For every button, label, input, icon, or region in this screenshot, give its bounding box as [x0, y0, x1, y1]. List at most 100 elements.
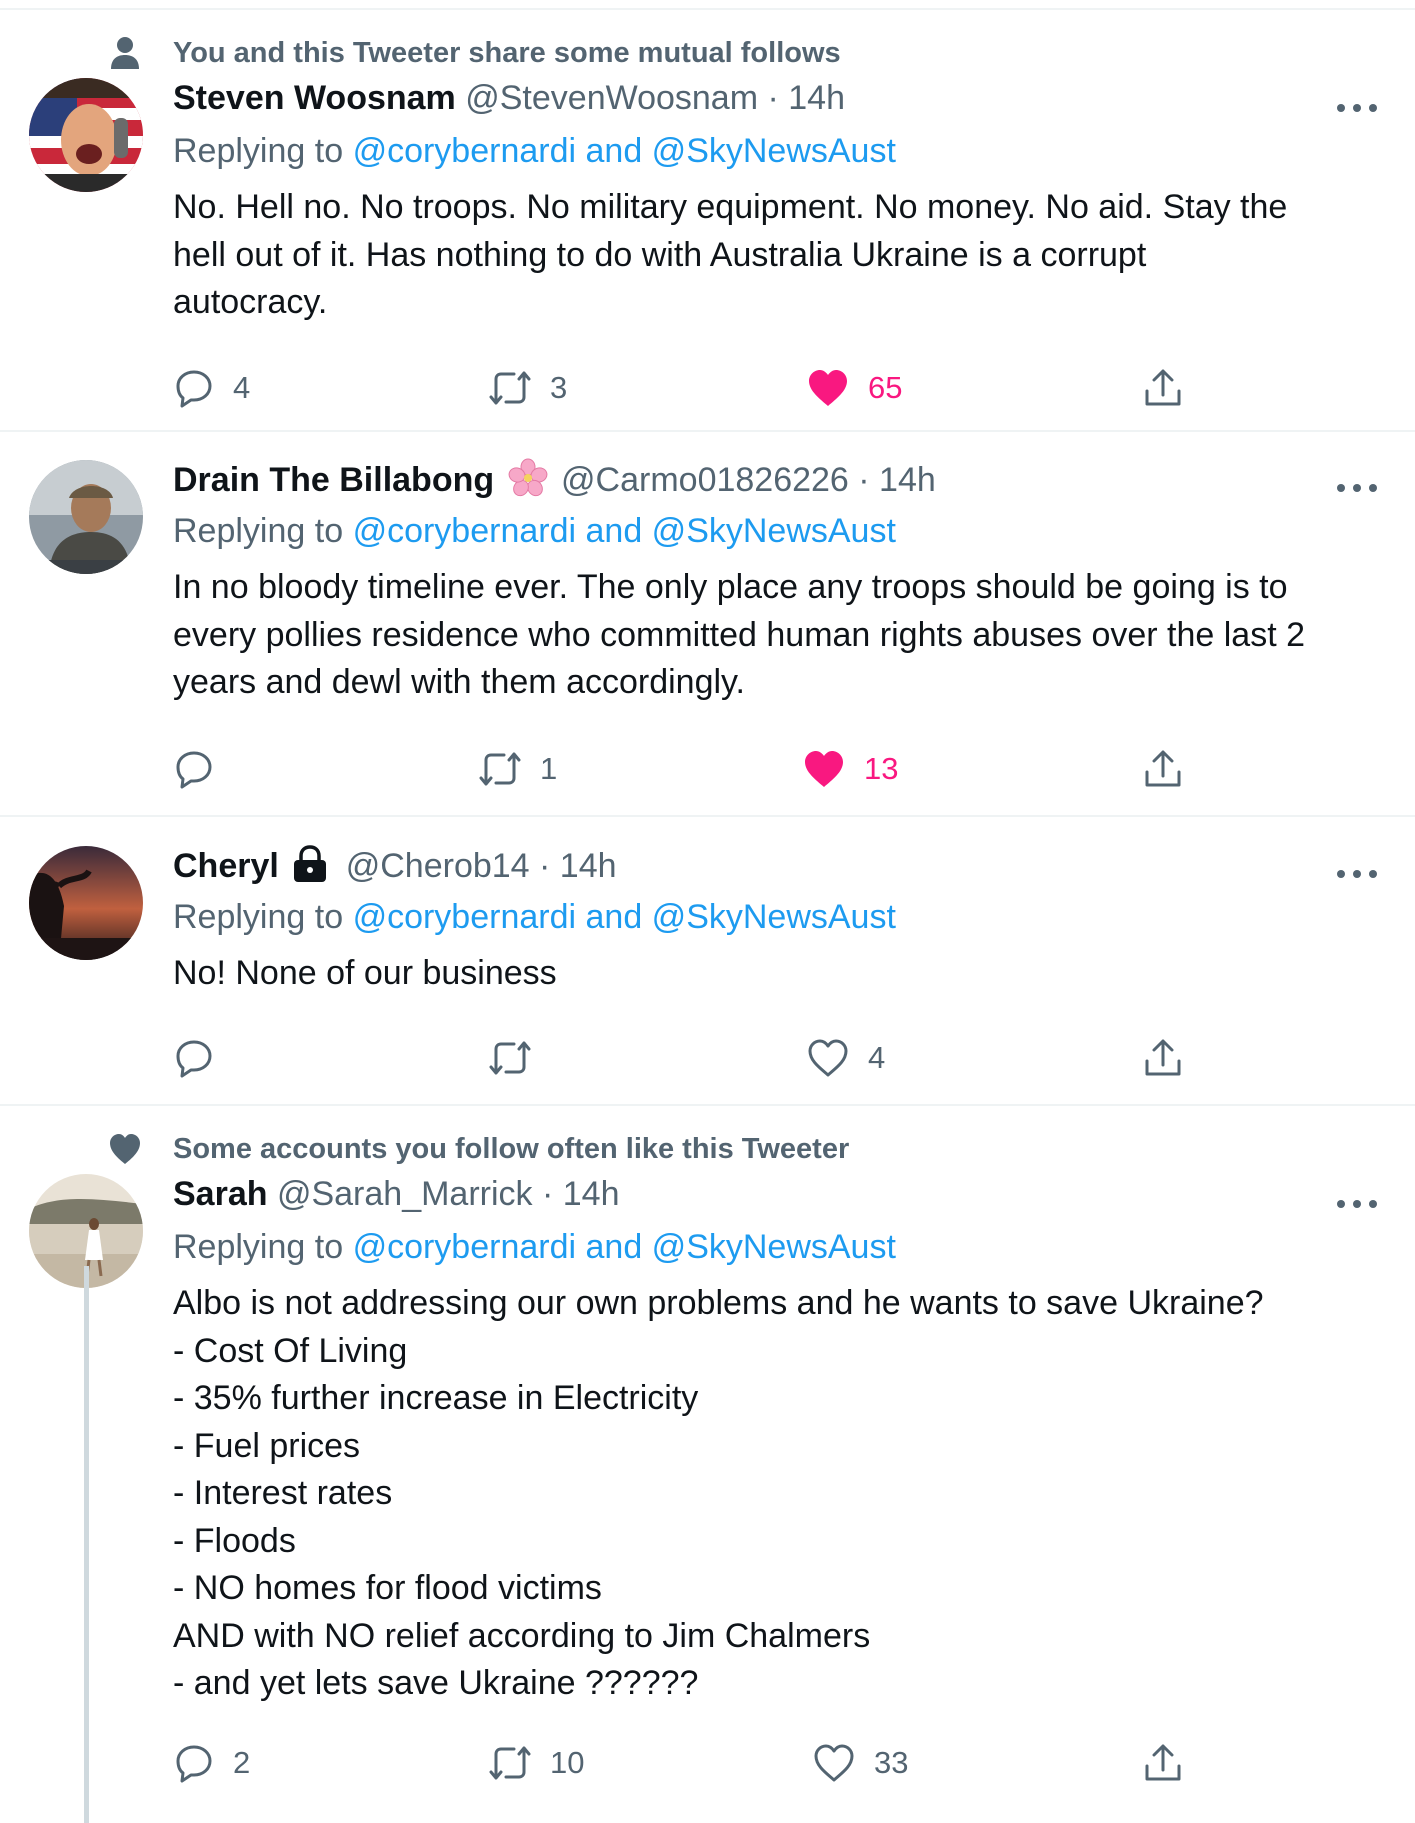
tweet-actions: 4	[0, 1033, 1415, 1083]
reply-button[interactable]	[173, 1033, 233, 1083]
tweet-text-line: autocracy.	[173, 283, 328, 321]
retweet-count: 3	[550, 370, 568, 405]
divider	[0, 0, 1415, 10]
tweet-text-line: - Interest rates	[173, 1474, 393, 1512]
replying-to: Replying to @corybernardi and @SkyNewsAu…	[173, 511, 896, 551]
handle-time[interactable]: @Sarah_Marrick · 14h	[277, 1175, 620, 1213]
reply-icon	[176, 751, 212, 789]
social-context: You and this Tweeter share some mutual f…	[173, 37, 841, 69]
tweet-text-line: No! None of our business	[173, 954, 557, 992]
display-name[interactable]: Drain The Billabong	[173, 461, 494, 499]
replying-to: Replying to @corybernardi and @SkyNewsAu…	[173, 131, 896, 171]
tweet-text: No! None of our business	[173, 950, 1373, 998]
like-button[interactable]: 13	[802, 744, 898, 794]
tweet-actions: 2 10 33	[0, 1738, 1415, 1788]
heart-outline-icon	[808, 1039, 848, 1077]
reply-count: 4	[233, 370, 251, 405]
tweet-actions: 1 13	[0, 744, 1415, 794]
tweet-text-line: - Fuel prices	[173, 1426, 361, 1465]
reply-icon	[176, 1745, 212, 1783]
tweet-feed: You and this Tweeter share some mutual f…	[0, 0, 1415, 1823]
cherry-blossom-emoji	[508, 458, 547, 497]
reply-button[interactable]	[173, 744, 233, 794]
heart-filled-icon	[805, 751, 843, 787]
like-count: 4	[868, 1040, 886, 1075]
tweet-text: No. Hell no. No troops. No military equi…	[173, 184, 1373, 327]
tweet-text-line: - 35% further increase in Electricity	[173, 1379, 699, 1417]
avatar[interactable]	[29, 460, 143, 574]
replying-to-mentions[interactable]: @corybernardi and @SkyNewsAust	[353, 898, 896, 936]
tweet-header: Drain The Billabong @Carmo01826226 · 14h	[173, 458, 936, 500]
replying-to-mentions[interactable]: @corybernardi and @SkyNewsAust	[353, 512, 896, 550]
tweet-3[interactable]: Cheryl @Cherob14 · 14h Replying to @cory…	[0, 817, 1415, 1106]
like-button[interactable]: 65	[806, 363, 902, 413]
reply-button[interactable]: 4	[173, 363, 250, 413]
share-button[interactable]	[1142, 363, 1184, 413]
lock-icon	[294, 845, 327, 882]
replying-to: Replying to @corybernardi and @SkyNewsAu…	[173, 1227, 896, 1267]
social-context: Some accounts you follow often like this…	[173, 1133, 850, 1165]
retweet-button[interactable]: 1	[478, 744, 557, 794]
tweet-header: Steven Woosnam @StevenWoosnam · 14h	[173, 78, 845, 118]
replying-to-label: Replying to	[173, 1228, 344, 1266]
reply-icon	[176, 370, 212, 408]
avatar[interactable]	[29, 78, 143, 192]
more-options-button[interactable]	[1337, 102, 1377, 114]
retweet-button[interactable]: 10	[488, 1738, 584, 1788]
handle-time[interactable]: @Carmo01826226 · 14h	[561, 461, 936, 499]
tweet-text: In no bloody timeline ever. The only pla…	[173, 564, 1373, 707]
like-count: 65	[868, 370, 903, 405]
reply-button[interactable]: 2	[173, 1738, 250, 1788]
reply-count: 2	[233, 1745, 251, 1780]
tweet-text-line: hell out of it. Has nothing to do with A…	[173, 235, 1147, 274]
handle-time[interactable]: @Cherob14 · 14h	[346, 847, 617, 885]
tweet-text-line: - and yet lets save Ukraine ??????	[173, 1664, 699, 1702]
more-options-button[interactable]	[1337, 868, 1377, 880]
tweet-1[interactable]: You and this Tweeter share some mutual f…	[0, 10, 1415, 432]
display-name[interactable]: Sarah	[173, 1175, 268, 1213]
tweet-text-line: Albo is not addressing our own problems …	[173, 1284, 1264, 1322]
retweet-button[interactable]: 3	[488, 363, 567, 413]
retweet-icon	[479, 752, 521, 786]
tweet-header: Cheryl @Cherob14 · 14h	[173, 844, 617, 886]
like-button[interactable]: 33	[812, 1738, 908, 1788]
share-icon	[1145, 369, 1181, 406]
handle-time[interactable]: @StevenWoosnam · 14h	[465, 79, 845, 117]
tweet-text-line: In no bloody timeline ever. The only pla…	[173, 568, 1288, 606]
like-count: 13	[864, 751, 899, 786]
retweet-count: 1	[540, 751, 558, 786]
share-icon	[1145, 1744, 1181, 1781]
retweet-count: 10	[550, 1745, 585, 1780]
tweet-text-line: AND with NO relief according to Jim Chal…	[173, 1616, 871, 1655]
like-button[interactable]: 4	[806, 1033, 885, 1083]
retweet-button[interactable]	[488, 1033, 550, 1083]
tweet-text: Albo is not addressing our own problems …	[173, 1280, 1373, 1708]
share-button[interactable]	[1142, 1738, 1184, 1788]
tweet-header: Sarah @Sarah_Marrick · 14h	[173, 1174, 619, 1214]
tweet-2[interactable]: Drain The Billabong @Carmo01826226 · 14h…	[0, 432, 1415, 817]
more-options-button[interactable]	[1337, 482, 1377, 494]
more-options-button[interactable]	[1337, 1198, 1377, 1210]
retweet-icon	[489, 1041, 531, 1075]
heart-filled-icon	[809, 370, 847, 406]
replying-to-label: Replying to	[173, 898, 344, 936]
replying-to-mentions[interactable]: @corybernardi and @SkyNewsAust	[353, 132, 896, 170]
heart-outline-icon	[814, 1744, 854, 1782]
tweet-4[interactable]: Some accounts you follow often like this…	[0, 1106, 1415, 1823]
replying-to-mentions[interactable]: @corybernardi and @SkyNewsAust	[353, 1228, 896, 1266]
avatar[interactable]	[29, 846, 143, 960]
tweet-text-line: years and dewl with them accordingly.	[173, 663, 745, 701]
replying-to: Replying to @corybernardi and @SkyNewsAu…	[173, 897, 896, 937]
replying-to-label: Replying to	[173, 512, 344, 550]
share-icon	[1145, 750, 1181, 787]
tweet-text-line: - Cost Of Living	[173, 1331, 408, 1370]
heart-icon	[110, 1134, 140, 1164]
retweet-icon	[489, 371, 531, 405]
tweet-text-line: - Floods	[173, 1521, 296, 1560]
like-count: 33	[874, 1745, 909, 1780]
display-name[interactable]: Steven Woosnam	[173, 79, 456, 117]
retweet-icon	[489, 1746, 531, 1780]
share-button[interactable]	[1142, 1033, 1184, 1083]
display-name[interactable]: Cheryl	[173, 847, 279, 885]
share-button[interactable]	[1142, 744, 1184, 794]
